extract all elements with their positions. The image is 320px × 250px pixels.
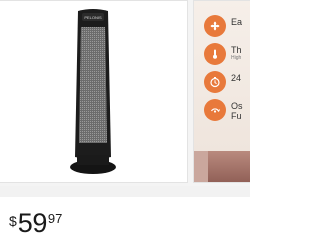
brand-label: PELONIS [84,15,102,20]
feature-subtitle: High [231,55,242,61]
section-divider [0,186,250,197]
feature-item: Os Fu [204,99,250,123]
thermometer-icon [204,43,226,65]
price-currency: $ [9,213,17,229]
fan-icon [204,15,226,37]
product-price: $ 59 97 [9,208,62,238]
feature-title: Os [231,101,243,111]
feature-title: Th [231,45,242,55]
tower-heater-icon: PELONIS [68,7,118,177]
oscillation-icon [204,99,226,121]
price-cents: 97 [47,211,63,226]
product-image-gallery: PELONIS Ea Th High 24 Os Fu [0,0,250,186]
feature-item: 24 [204,71,250,95]
feature-title: 24 [231,73,242,83]
product-image-main[interactable]: PELONIS [0,0,188,183]
feature-title: Ea [231,17,243,27]
product-image-features[interactable]: Ea Th High 24 Os Fu [193,0,250,183]
timer-icon [204,71,226,93]
feature-item: Ea [204,15,250,39]
feature-title-line2: Fu [231,111,242,121]
chair-leg-graphic [194,151,208,182]
feature-item: Th High [204,43,250,67]
price-dollars: 59 [17,208,48,238]
